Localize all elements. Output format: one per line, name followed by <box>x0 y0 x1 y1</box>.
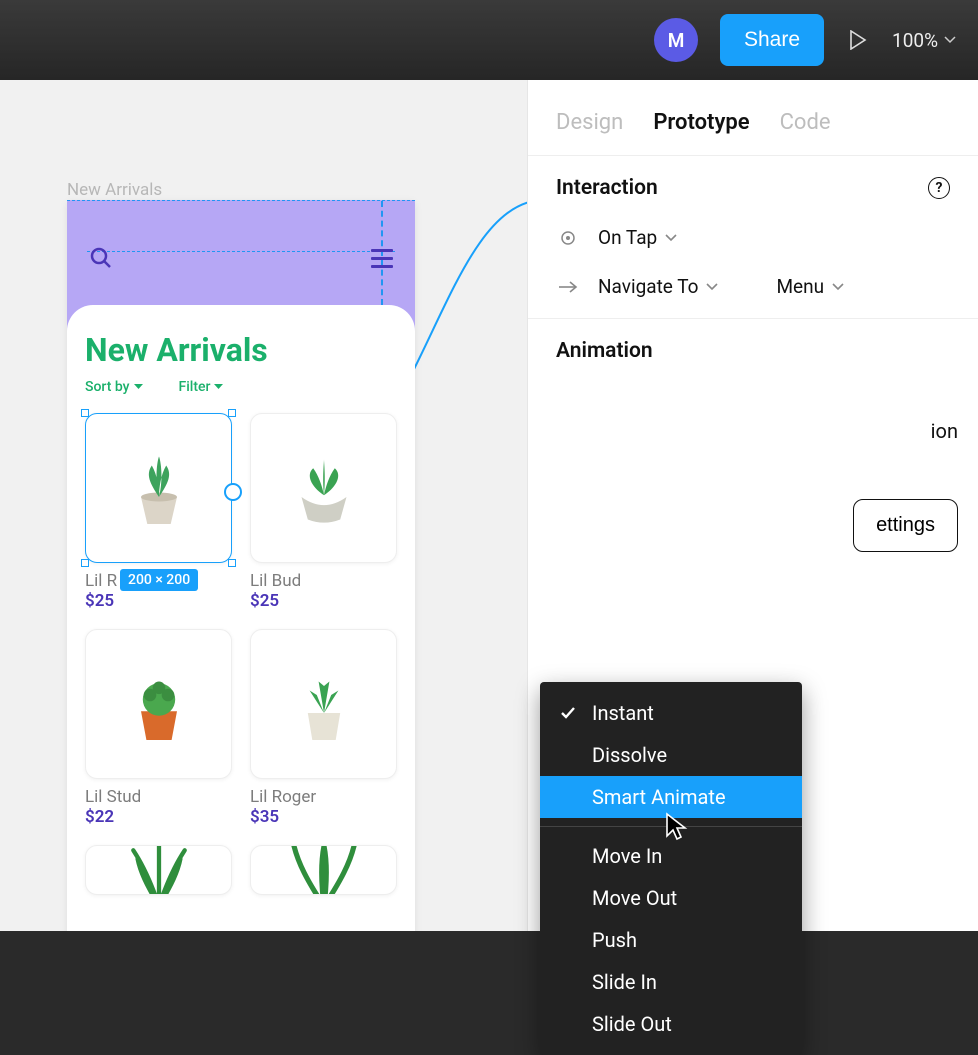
product-name: Lil Roger <box>250 787 397 807</box>
play-icon[interactable] <box>846 28 870 52</box>
properties-panel: Design Prototype Code Interaction ? On T… <box>527 80 978 931</box>
trigger-icon <box>556 230 580 246</box>
tab-design[interactable]: Design <box>556 110 623 135</box>
product-image <box>250 413 397 563</box>
product-price: $35 <box>250 807 397 827</box>
sort-dropdown[interactable]: Sort by <box>85 379 143 395</box>
product-price: $22 <box>85 807 232 827</box>
frame-header <box>67 200 415 305</box>
menu-item-dissolve[interactable]: Dissolve <box>540 734 802 776</box>
interaction-section: Interaction ? On Tap Navigate To <box>528 155 978 318</box>
product-card[interactable]: Lil Stud $22 <box>85 629 232 827</box>
product-image <box>85 845 232 895</box>
partial-label: ion <box>931 419 958 443</box>
app-toolbar: M Share 100% <box>0 0 978 80</box>
content-sheet: New Arrivals Sort by Filter <box>67 305 415 931</box>
chevron-down-icon <box>944 36 956 44</box>
menu-item-slide-out[interactable]: Slide Out <box>540 1003 802 1045</box>
search-icon[interactable] <box>89 246 113 274</box>
smart-animate-settings-button[interactable]: ettings <box>853 499 958 552</box>
product-image <box>85 629 232 779</box>
selection-handle[interactable] <box>81 409 89 417</box>
product-card[interactable]: Lil Roger $35 <box>250 629 397 827</box>
product-card[interactable] <box>250 845 397 895</box>
mobile-frame[interactable]: New Arrivals Sort by Filter <box>67 200 415 931</box>
tab-prototype[interactable]: Prototype <box>653 110 749 135</box>
zoom-dropdown[interactable]: 100% <box>892 29 956 52</box>
arrow-right-icon <box>556 280 580 294</box>
product-card[interactable] <box>85 845 232 895</box>
tab-code[interactable]: Code <box>780 110 831 135</box>
chevron-down-icon <box>665 234 677 242</box>
canvas[interactable]: New Arrivals New Arrivals Sort by <box>0 80 527 931</box>
menu-separator <box>540 826 802 827</box>
menu-item-instant[interactable]: Instant <box>540 692 802 734</box>
filter-dropdown[interactable]: Filter <box>179 379 224 395</box>
page-title: New Arrivals <box>85 331 397 369</box>
selection-handle[interactable] <box>228 559 236 567</box>
menu-item-move-out[interactable]: Move Out <box>540 877 802 919</box>
product-image <box>85 413 232 563</box>
prototype-node[interactable] <box>224 483 242 501</box>
animation-section: Animation ion ettings Instant Dissolve <box>528 318 978 383</box>
frame-label[interactable]: New Arrivals <box>67 180 162 200</box>
action-dropdown[interactable]: Navigate To <box>598 275 718 298</box>
target-dropdown[interactable]: Menu <box>776 275 844 298</box>
menu-item-smart-animate[interactable]: Smart Animate <box>540 776 802 818</box>
check-icon <box>558 706 578 720</box>
help-icon[interactable]: ? <box>928 177 950 199</box>
dimension-badge: 200 × 200 <box>120 569 198 591</box>
section-heading: Interaction <box>556 176 658 200</box>
selection-handle[interactable] <box>228 409 236 417</box>
caret-down-icon <box>134 384 143 390</box>
menu-item-slide-in[interactable]: Slide In <box>540 961 802 1003</box>
hamburger-icon[interactable] <box>371 249 393 268</box>
product-price: $25 <box>85 591 232 611</box>
selection-handle[interactable] <box>81 559 89 567</box>
product-name: Lil Stud <box>85 787 232 807</box>
section-heading: Animation <box>556 339 653 363</box>
avatar[interactable]: M <box>654 18 698 62</box>
product-card[interactable]: 200 × 200 Lil R $25 <box>85 413 232 611</box>
product-price: $25 <box>250 591 397 611</box>
chevron-down-icon <box>832 283 844 291</box>
product-card[interactable]: Lil Bud $25 <box>250 413 397 611</box>
caret-down-icon <box>214 384 223 390</box>
product-image <box>250 629 397 779</box>
zoom-value: 100% <box>892 29 938 52</box>
menu-item-move-in[interactable]: Move In <box>540 835 802 877</box>
product-name: Lil Bud <box>250 571 397 591</box>
chevron-down-icon <box>706 283 718 291</box>
product-image <box>250 845 397 895</box>
trigger-dropdown[interactable]: On Tap <box>598 226 677 249</box>
animation-menu: Instant Dissolve Smart Animate Move In <box>540 682 802 1055</box>
share-button[interactable]: Share <box>720 14 824 66</box>
menu-item-push[interactable]: Push <box>540 919 802 961</box>
